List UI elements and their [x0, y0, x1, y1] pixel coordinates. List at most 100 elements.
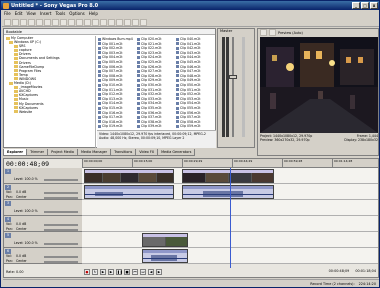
file-item[interactable]: Clip 041.m2t [176, 42, 201, 46]
file-item[interactable]: Clip 025.m2t [137, 60, 162, 64]
file-item[interactable]: Clip 010.m2t [98, 83, 123, 87]
file-item[interactable]: Clip 030.m2t [137, 83, 162, 87]
file-item[interactable]: Clip 053.m2t [176, 97, 201, 101]
tab-media-manager[interactable]: Media Manager [76, 149, 112, 156]
file-item[interactable]: Clip 050.m2t [176, 83, 201, 87]
normal-edit-tool-icon[interactable] [108, 18, 115, 26]
file-item[interactable]: Clip 034.m2t [137, 101, 162, 105]
zoom-tool-icon[interactable] [132, 18, 139, 26]
menu-edit[interactable]: Edit [15, 11, 23, 18]
file-item[interactable]: Clip 016.m2t [98, 111, 123, 115]
audio-clip[interactable] [182, 185, 274, 199]
menu-help[interactable]: Help [89, 11, 98, 18]
play-icon[interactable]: ▶ [108, 269, 114, 275]
master-fader[interactable] [229, 75, 237, 79]
help-icon[interactable] [140, 18, 147, 26]
snap-icon[interactable] [84, 18, 91, 26]
lock-envelopes-icon[interactable] [100, 18, 107, 26]
track-header-3[interactable]: 3 Level: 100.0 % [4, 200, 82, 216]
copy-icon[interactable] [68, 18, 75, 26]
cut-icon[interactable] [60, 18, 67, 26]
pan-slider[interactable] [44, 261, 78, 263]
file-item[interactable]: Clip 035.m2t [137, 106, 162, 110]
preview-quality-dropdown[interactable]: Preview (Auto) [278, 31, 303, 35]
envelope-tool-icon[interactable] [116, 18, 123, 26]
pause-icon[interactable]: ❚❚ [116, 269, 123, 275]
file-item[interactable]: Clip 022.m2t [137, 46, 162, 50]
file-item[interactable]: Clip 038.m2t [137, 120, 162, 124]
file-item[interactable]: Clip 004.m2t [98, 55, 123, 59]
record-icon[interactable]: ● [84, 269, 90, 275]
file-item[interactable]: Clip 023.m2t [137, 51, 162, 55]
file-item[interactable]: Clip 011.m2t [98, 88, 123, 92]
track-header-5[interactable]: 5 Level: 100.0 % [4, 232, 82, 248]
file-item[interactable]: Clip 044.m2t [176, 55, 201, 59]
file-item[interactable]: Clip 027.m2t [137, 69, 162, 73]
menu-options[interactable]: Options [69, 11, 84, 18]
project-properties-icon[interactable] [260, 29, 267, 36]
close-button[interactable]: x [370, 2, 378, 9]
file-item[interactable]: Clip 012.m2t [98, 92, 123, 96]
loop-icon[interactable]: ↻ [92, 269, 98, 275]
file-item[interactable]: Clip 036.m2t [137, 111, 162, 115]
file-item[interactable]: Clip 046.m2t [176, 65, 201, 69]
audio-clip[interactable] [142, 249, 188, 263]
file-item[interactable]: Clip 015.m2t [98, 106, 123, 110]
menu-view[interactable]: View [26, 11, 36, 18]
menu-file[interactable]: File [4, 11, 11, 18]
file-item[interactable]: Clip 031.m2t [137, 88, 162, 92]
paste-icon[interactable] [76, 18, 83, 26]
volume-slider[interactable] [44, 256, 78, 258]
file-item[interactable]: Clip 032.m2t [137, 92, 162, 96]
file-item[interactable]: Clip 020.m2t [137, 37, 162, 41]
audio-clip[interactable] [84, 185, 174, 199]
file-item[interactable]: Clip 007.m2t [98, 69, 123, 73]
undo-icon[interactable] [44, 18, 51, 26]
time-ruler[interactable]: 00:00:00;00 00:00:15;00 00:00:29;29 00:0… [82, 159, 378, 168]
file-item[interactable]: Clip 039.m2t [137, 124, 162, 128]
track-header-6[interactable]: 6 Vol: 0.0 dB Pan: Center [4, 248, 82, 264]
prev-frame-icon[interactable]: ◀ [148, 269, 154, 275]
playhead-cursor[interactable] [230, 168, 231, 268]
file-item[interactable]: Clip 024.m2t [137, 55, 162, 59]
tab-video-fx[interactable]: Video FX [135, 149, 159, 156]
go-to-end-icon[interactable]: ⏭ [140, 269, 146, 275]
video-clip[interactable] [142, 233, 188, 247]
pan-slider[interactable] [44, 229, 78, 231]
file-item[interactable]: Clip 019.m2t [98, 124, 123, 128]
tab-media-generators[interactable]: Media Generators [157, 149, 196, 156]
volume-slider[interactable] [44, 224, 78, 226]
file-item[interactable]: Clip 033.m2t [137, 97, 162, 101]
file-item[interactable]: Clip 029.m2t [137, 78, 162, 82]
open-icon[interactable] [12, 18, 19, 26]
minimize-button[interactable]: _ [352, 2, 360, 9]
stop-icon[interactable]: ■ [124, 269, 130, 275]
file-item[interactable]: Clip 026.m2t [137, 65, 162, 69]
file-item[interactable]: Clip 058.m2t [176, 120, 201, 124]
file-item[interactable]: Clip 013.m2t [98, 97, 123, 101]
file-item[interactable]: Clip 059.m2t [176, 124, 201, 128]
address-bar[interactable]: Bootable [4, 29, 215, 35]
volume-slider[interactable] [44, 192, 78, 194]
file-item[interactable]: Clip 003.m2t [98, 51, 123, 55]
file-item[interactable]: Clip 001.m2t [98, 42, 123, 46]
file-item[interactable]: Clip 037.m2t [137, 115, 162, 119]
file-item[interactable]: Clip 021.m2t [137, 42, 162, 46]
file-item[interactable]: Clip 051.m2t [176, 88, 201, 92]
file-item[interactable]: Clip 028.m2t [137, 74, 162, 78]
go-to-start-icon[interactable]: ⏮ [132, 269, 138, 275]
file-item[interactable]: Windows Bum.mp4 [98, 37, 133, 41]
file-item[interactable]: Clip 054.m2t [176, 101, 201, 105]
file-item[interactable]: Clip 008.m2t [98, 74, 123, 78]
next-frame-icon[interactable]: ▶ [156, 269, 162, 275]
track-header-2[interactable]: 2 Vol: 0.0 dB Pan: Center [4, 184, 82, 200]
play-from-start-icon[interactable]: ▶ [100, 269, 106, 275]
tab-transitions[interactable]: Transitions [110, 149, 137, 156]
new-icon[interactable] [4, 18, 11, 26]
tab-trimmer[interactable]: Trimmer [26, 149, 49, 156]
file-item[interactable]: Clip 018.m2t [98, 120, 123, 124]
file-item[interactable]: Clip 049.m2t [176, 78, 201, 82]
redo-icon[interactable] [52, 18, 59, 26]
file-item[interactable]: Clip 047.m2t [176, 69, 201, 73]
file-item[interactable]: Clip 056.m2t [176, 111, 201, 115]
